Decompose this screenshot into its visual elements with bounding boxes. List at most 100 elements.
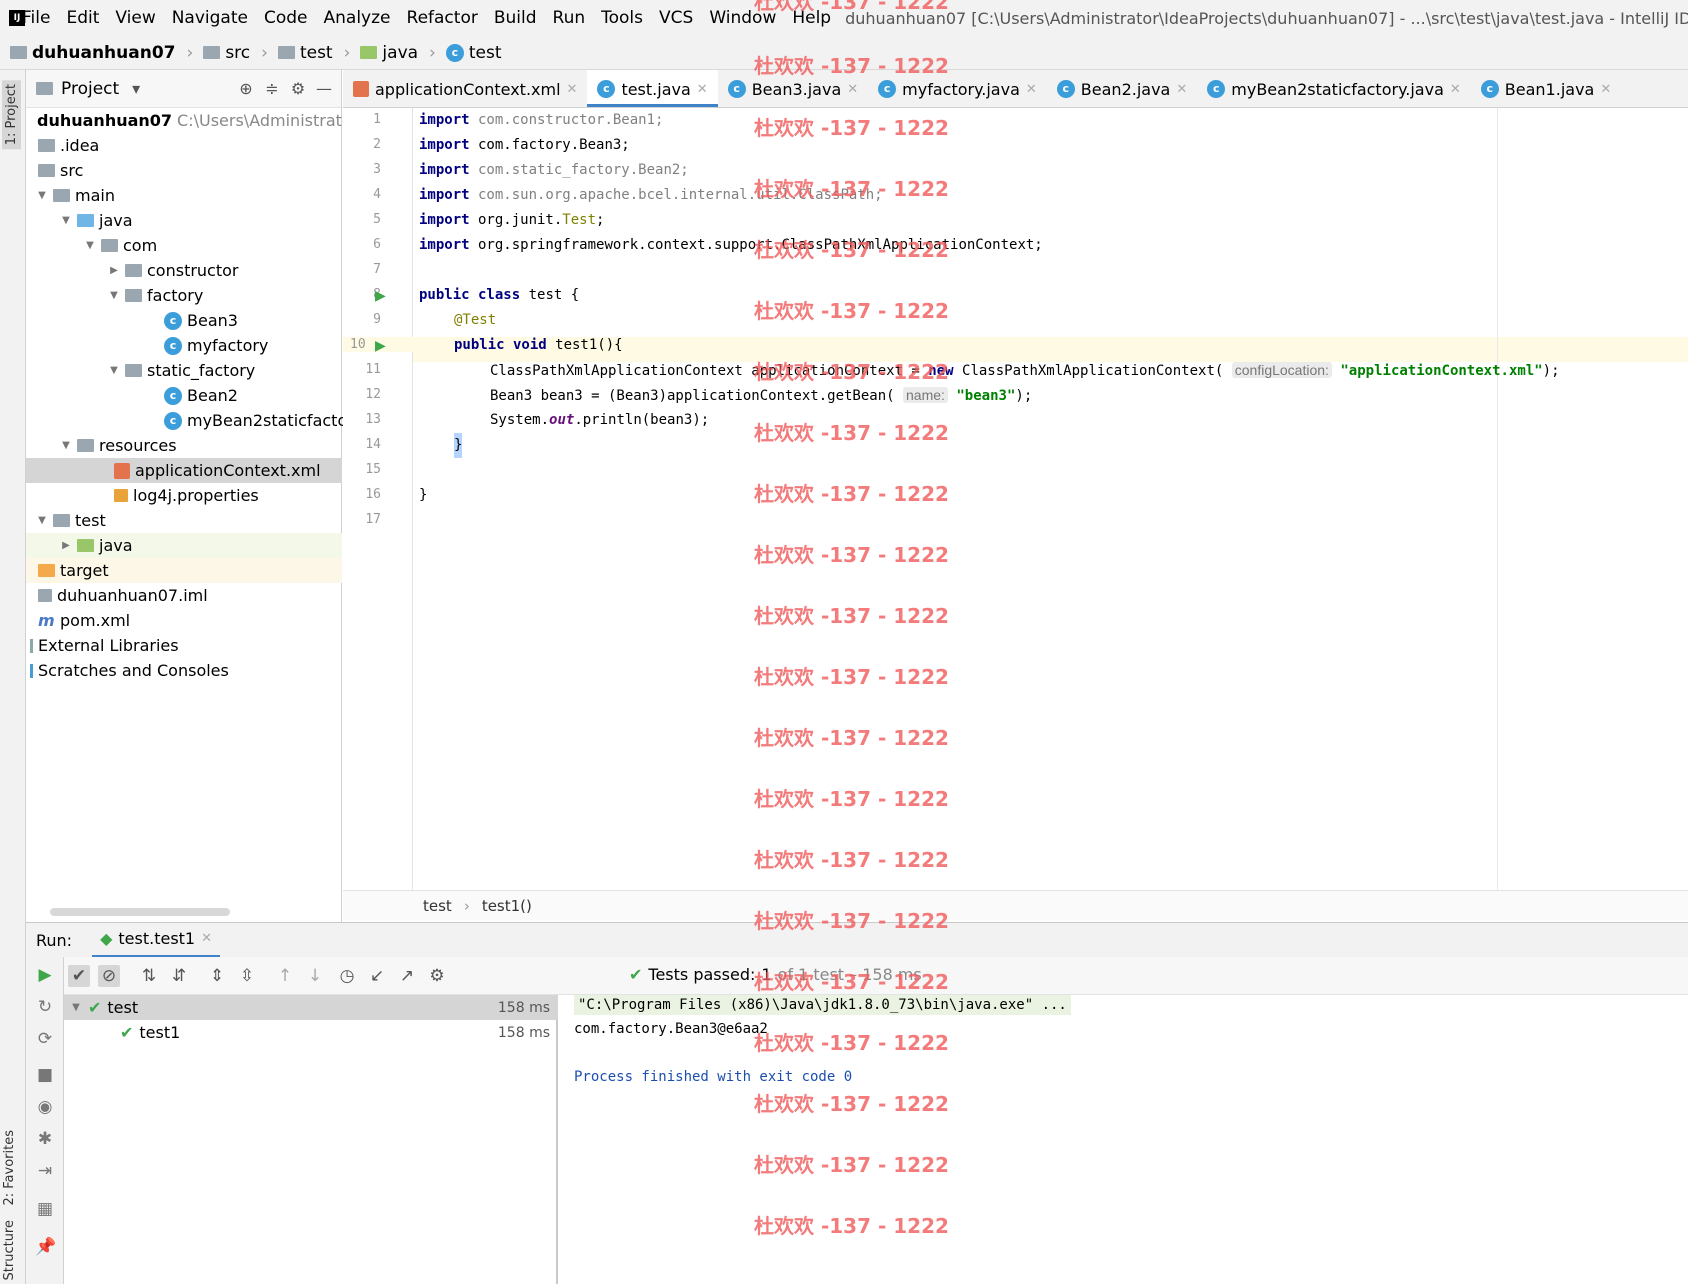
rerun-failed-icon[interactable]: ↻ (35, 997, 55, 1017)
show-passed-icon[interactable]: ✔ (68, 965, 90, 987)
tree-node-java[interactable]: ▼ java (26, 208, 342, 233)
test-node-test1[interactable]: ✔ test1 158 ms (64, 1020, 558, 1045)
tree-node-main[interactable]: ▼ main (26, 183, 342, 208)
debug-icon[interactable]: ✱ (35, 1129, 55, 1149)
tree-node-static-factory[interactable]: ▼ static_factory (26, 358, 342, 383)
run-test-class-icon[interactable]: ▶ (375, 288, 386, 304)
favorites-tool-tab[interactable]: 2: Favorites (2, 1130, 17, 1206)
layout-icon[interactable]: ▦ (35, 1199, 55, 1219)
expand-arrow-icon[interactable]: ▼ (60, 440, 72, 451)
pin-icon[interactable]: 📌 (35, 1237, 56, 1257)
close-icon[interactable]: ✕ (847, 82, 858, 97)
tree-node-external-libraries[interactable]: External Libraries (26, 633, 342, 658)
crumb-method[interactable]: test1() (482, 897, 532, 915)
code-editor[interactable]: import com.constructor.Bean1; import com… (413, 108, 1688, 890)
close-icon[interactable]: ✕ (567, 82, 578, 97)
import-tests-icon[interactable]: ↙ (366, 965, 388, 987)
sort-by-duration-icon[interactable]: ⇵ (168, 965, 190, 987)
tree-node-bean2[interactable]: c Bean2 (26, 383, 342, 408)
export-tests-icon[interactable]: ↗ (396, 965, 418, 987)
tree-node-scratches[interactable]: Scratches and Consoles (26, 658, 342, 683)
project-tool-tab[interactable]: 1: Project (2, 80, 21, 150)
tree-node-pom[interactable]: m pom.xml (26, 608, 342, 633)
chevron-down-icon[interactable]: ▾ (127, 79, 145, 98)
tab-applicationcontext-xml[interactable]: applicationContext.xml ✕ (343, 70, 587, 107)
close-icon[interactable]: ✕ (1026, 82, 1037, 97)
horizontal-scrollbar[interactable] (50, 908, 230, 916)
tree-node-idea[interactable]: .idea (26, 133, 342, 158)
stop-icon[interactable]: ■ (35, 1065, 55, 1085)
expand-all-icon[interactable]: ⇕ (206, 965, 228, 987)
tree-node-com[interactable]: ▼ com (26, 233, 342, 258)
menu-view[interactable]: View (107, 8, 163, 28)
menu-refactor[interactable]: Refactor (399, 8, 486, 28)
close-icon[interactable]: ✕ (201, 931, 212, 946)
gear-icon[interactable]: ⚙ (426, 965, 448, 987)
tree-node-myfactory[interactable]: c myfactory (26, 333, 342, 358)
tree-node-constructor[interactable]: ▶ constructor (26, 258, 342, 283)
structure-tool-tab[interactable]: Structure (2, 1220, 17, 1280)
tree-node-root[interactable]: duhuanhuan07 C:\Users\Administrator\Id (26, 108, 379, 133)
tree-node-target[interactable]: target (26, 558, 342, 583)
crumb-class[interactable]: test (423, 897, 452, 915)
menu-run[interactable]: Run (545, 8, 594, 28)
menu-navigate[interactable]: Navigate (164, 8, 256, 28)
expand-arrow-icon[interactable]: ▼ (36, 515, 48, 526)
tree-node-mybean2staticfactory[interactable]: c myBean2staticfactory (26, 408, 363, 433)
run-test-method-icon[interactable]: ▶ (375, 338, 386, 354)
breadcrumb-file[interactable]: c test (436, 43, 502, 63)
tree-node-log4j-properties[interactable]: log4j.properties (26, 483, 342, 508)
tab-bean2-java[interactable]: c Bean2.java ✕ (1047, 70, 1197, 107)
previous-failed-icon[interactable]: ↑ (274, 965, 296, 987)
tree-node-test-java[interactable]: ▶ java (26, 533, 342, 558)
tree-node-iml[interactable]: duhuanhuan07.iml (26, 583, 342, 608)
tree-node-factory[interactable]: ▼ factory (26, 283, 342, 308)
expand-arrow-icon[interactable]: ▼ (60, 215, 72, 226)
close-icon[interactable]: ✕ (1176, 82, 1187, 97)
menu-analyze[interactable]: Analyze (316, 8, 399, 28)
tree-node-applicationcontext-xml[interactable]: applicationContext.xml (26, 458, 342, 483)
expand-arrow-icon[interactable]: ▼ (70, 1002, 82, 1013)
expand-arrow-icon[interactable]: ▼ (84, 240, 96, 251)
next-failed-icon[interactable]: ↓ (304, 965, 326, 987)
menu-tools[interactable]: Tools (593, 8, 651, 28)
expand-arrow-icon[interactable]: ▼ (36, 190, 48, 201)
collapse-all-icon[interactable]: ⇳ (236, 965, 258, 987)
breadcrumb-test[interactable]: test › (268, 43, 350, 63)
menu-code[interactable]: Code (256, 8, 316, 28)
gear-icon[interactable]: ⚙ (289, 79, 307, 98)
toggle-auto-test-icon[interactable]: ⟳ (35, 1029, 55, 1049)
exit-icon[interactable]: ⇥ (35, 1161, 55, 1181)
run-tab-test-test1[interactable]: ◆ test.test1 ✕ (92, 923, 221, 958)
rerun-icon[interactable]: ▶ (35, 965, 55, 985)
expand-arrow-icon[interactable]: ▼ (108, 365, 120, 376)
collapse-arrow-icon[interactable]: ▶ (108, 265, 120, 276)
project-view-selector[interactable]: Project (61, 79, 119, 99)
tab-test-java[interactable]: c test.java ✕ (587, 70, 718, 107)
collapse-all-icon[interactable]: ≑ (263, 79, 281, 98)
tree-node-resources[interactable]: ▼ resources (26, 433, 342, 458)
close-icon[interactable]: ✕ (697, 82, 708, 97)
close-icon[interactable]: ✕ (1450, 82, 1461, 97)
tree-node-test[interactable]: ▼ test (26, 508, 342, 533)
tab-mybean2staticfactory-java[interactable]: c myBean2staticfactory.java ✕ (1197, 70, 1471, 107)
breadcrumb-src[interactable]: src › (193, 43, 268, 63)
hide-icon[interactable]: — (315, 79, 333, 98)
close-icon[interactable]: ✕ (1600, 82, 1611, 97)
menu-vcs[interactable]: VCS (651, 8, 701, 28)
breadcrumb-java[interactable]: java › (350, 43, 436, 63)
expand-arrow-icon[interactable]: ▼ (108, 290, 120, 301)
breadcrumb-project[interactable]: duhuanhuan07 › (0, 43, 193, 63)
console-output[interactable]: "C:\Program Files (x86)\Java\jdk1.8.0_73… (560, 995, 1688, 1284)
menu-edit[interactable]: Edit (58, 8, 107, 28)
sort-alphabetically-icon[interactable]: ⇅ (138, 965, 160, 987)
test-history-icon[interactable]: ◷ (336, 965, 358, 987)
menu-build[interactable]: Build (486, 8, 545, 28)
tab-bean1-java[interactable]: c Bean1.java ✕ (1471, 70, 1621, 107)
collapse-arrow-icon[interactable]: ▶ (60, 540, 72, 551)
test-node-root[interactable]: ▼ ✔ test 158 ms (64, 995, 558, 1020)
tree-node-src[interactable]: src (26, 158, 342, 183)
show-ignored-icon[interactable]: ⊘ (98, 965, 120, 987)
tree-node-bean3[interactable]: c Bean3 (26, 308, 342, 333)
camera-icon[interactable]: ◉ (35, 1097, 55, 1117)
